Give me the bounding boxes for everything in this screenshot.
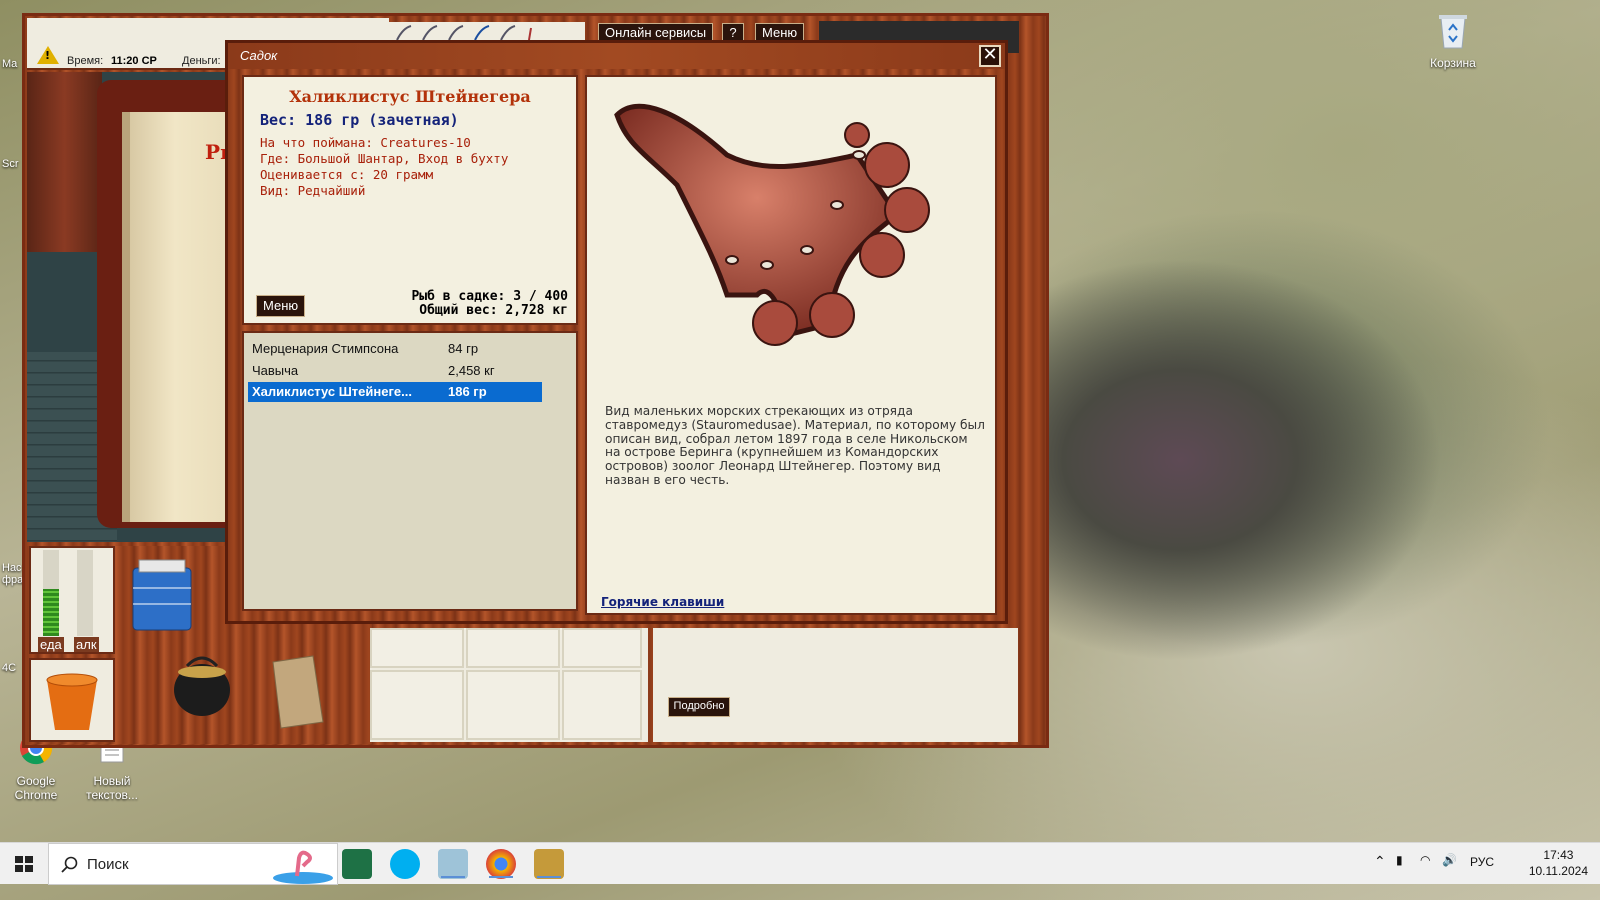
dialog-titlebar[interactable]: Садок ✕ — [228, 43, 1005, 69]
food-meter — [43, 550, 59, 636]
flamingo-icon — [273, 850, 333, 884]
fish-weight: Вес: 186 гр (зачетная) — [260, 111, 459, 129]
alcohol-label: алк — [74, 637, 99, 652]
fish-list: Мерценария Стимпсона 84 гр Чавыча 2,458 … — [242, 331, 578, 611]
chrome-taskbar-icon[interactable] — [486, 849, 516, 879]
fish-picture — [614, 103, 930, 346]
curtain — [27, 72, 102, 252]
cauldron-icon[interactable] — [167, 646, 237, 726]
grid-cell[interactable] — [466, 670, 560, 740]
bucket-slot[interactable] — [29, 658, 115, 742]
desktop-label-fragment: Scr — [2, 158, 19, 170]
taskbar: Поиск ⌃ ▮ ◠ 🔊 РУС 17:43 10.11.2024 — [0, 842, 1600, 885]
details-panel — [653, 628, 1018, 742]
fish-name: Халиклистус Штейнегера — [289, 87, 531, 106]
keepnet-bag-icon[interactable] — [253, 642, 333, 734]
hotkeys-link[interactable]: Горячие клавиши — [601, 595, 724, 609]
fish-info-panel: Халиклистус Штейнегера Вес: 186 гр (заче… — [242, 75, 578, 325]
clock-time: 17:43 — [1543, 848, 1574, 862]
close-icon[interactable]: ✕ — [979, 45, 1001, 67]
file-explorer-icon[interactable] — [438, 849, 468, 879]
grid-cell[interactable] — [466, 628, 560, 668]
warning-icon[interactable] — [37, 46, 59, 64]
book-heading: Ры — [205, 140, 227, 164]
dialog-title: Садок — [240, 48, 278, 63]
desktop-label-fragment: 4C — [2, 662, 17, 674]
recycle-bin-shortcut[interactable]: Корзина — [1413, 10, 1493, 70]
recycle-bin-icon — [1439, 15, 1467, 49]
volume-icon[interactable]: 🔊 — [1442, 853, 1457, 867]
rods-row — [385, 22, 585, 42]
grid-cell[interactable] — [562, 670, 642, 740]
details-button[interactable]: Подробно — [668, 697, 730, 717]
desktop-label-fragment: Нас фра — [2, 562, 24, 586]
recycle-bin-label: Корзина — [1430, 56, 1476, 70]
tackle-box-icon[interactable] — [127, 554, 197, 638]
bucket-icon — [46, 673, 98, 730]
clock-date: 10.11.2024 — [1528, 864, 1588, 878]
skype-icon[interactable] — [390, 849, 420, 879]
search-placeholder: Поиск — [87, 856, 129, 873]
alcohol-meter — [77, 550, 93, 636]
fish-description: Вид маленьких морских стрекающих из отря… — [605, 404, 985, 487]
rods-icon[interactable] — [385, 22, 585, 42]
dialog-menu-button[interactable]: Меню — [256, 295, 306, 317]
fish-count: Рыб в садке: 3 / 400 — [411, 289, 568, 304]
kind-line: Вид: Редчайший — [260, 183, 366, 198]
language-indicator[interactable]: РУС — [1470, 855, 1494, 869]
grid-cell[interactable] — [562, 628, 642, 668]
keepnet-dialog: Садок ✕ Халиклистус Штейнегера Вес: 186 … — [225, 40, 1008, 624]
total-weight: Общий вес: 2,728 кг — [419, 303, 568, 318]
food-label: еда — [38, 637, 64, 652]
battery-icon[interactable]: ▮ — [1396, 853, 1403, 867]
list-item[interactable]: Мерценария Стимпсона 84 гр — [248, 339, 542, 359]
game-taskbar-icon[interactable] — [534, 849, 564, 879]
chrome-label: Google Chrome — [14, 774, 58, 802]
game-scene: Ры — [27, 72, 227, 542]
grid-cell[interactable] — [370, 670, 464, 740]
book-pages[interactable]: Ры — [122, 112, 227, 522]
desktop-label-fragment: Ma — [2, 58, 18, 70]
money-label: Деньги: — [182, 55, 221, 67]
grid-cell[interactable] — [370, 628, 464, 668]
wifi-icon[interactable]: ◠ — [1420, 853, 1430, 867]
slot-grid — [370, 628, 648, 742]
location-line: Где: Большой Шантар, Вход в бухту — [260, 151, 509, 166]
windows-start-icon[interactable] — [0, 843, 48, 885]
taskbar-search[interactable]: Поиск — [48, 843, 338, 885]
time-label: Время: — [67, 55, 104, 67]
list-item-selected[interactable]: Халиклистус Штейнеге... 186 гр — [248, 382, 542, 402]
valued-line: Оценивается с: 20 грамм — [260, 167, 434, 182]
chevron-up-icon[interactable]: ⌃ — [1374, 853, 1386, 870]
description-panel: Вид маленьких морских стрекающих из отря… — [585, 75, 997, 615]
meters-panel: еда алк — [29, 546, 115, 654]
list-item[interactable]: Чавыча 2,458 кг — [248, 361, 542, 381]
search-icon — [61, 856, 78, 873]
bait-line: На что поймана: Creatures-10 — [260, 135, 471, 150]
new-text-label: Новый текстов... — [86, 774, 138, 802]
time-value: 11:20 СР — [111, 55, 157, 67]
excel-icon[interactable] — [342, 849, 372, 879]
taskbar-clock[interactable]: 17:43 10.11.2024 — [1529, 847, 1588, 879]
